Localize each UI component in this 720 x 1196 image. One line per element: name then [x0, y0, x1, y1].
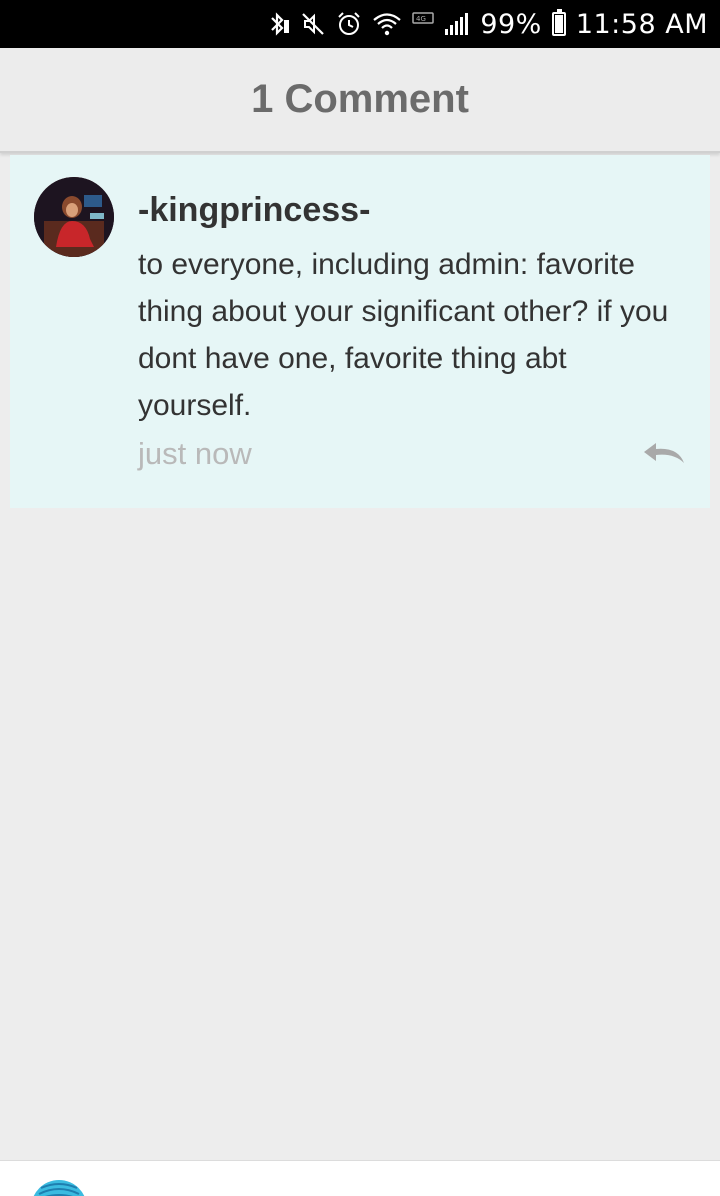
mute-icon	[300, 10, 326, 38]
reply-icon	[644, 443, 684, 463]
reply-button[interactable]	[640, 439, 688, 469]
signal-icon	[444, 10, 470, 38]
battery-percent: 99%	[480, 8, 542, 40]
send-icon[interactable]	[640, 1191, 660, 1196]
bluetooth-icon	[268, 10, 290, 38]
svg-text:4G: 4G	[416, 15, 426, 23]
comment-text: to everyone, including admin: favorite t…	[138, 248, 669, 422]
wifi-icon	[372, 10, 402, 38]
current-user-avatar	[31, 1180, 87, 1196]
avatar-image	[34, 177, 114, 257]
clock: 11:58 AM	[575, 8, 708, 40]
data-icon: 4G	[412, 10, 435, 38]
avatar[interactable]	[34, 177, 114, 257]
comments-header: 1 Comment	[0, 48, 720, 153]
comment-input-bar	[0, 1160, 720, 1196]
page-title: 1 Comment	[251, 77, 469, 121]
comment-item: -kingprincess- to everyone, including ad…	[10, 155, 710, 508]
comment-timestamp: just now	[138, 436, 252, 471]
battery-icon	[551, 9, 566, 38]
status-bar: 4G 99% 11:58 AM	[0, 0, 720, 48]
alarm-icon	[336, 10, 362, 38]
comment-username[interactable]: -kingprincess-	[138, 191, 370, 230]
